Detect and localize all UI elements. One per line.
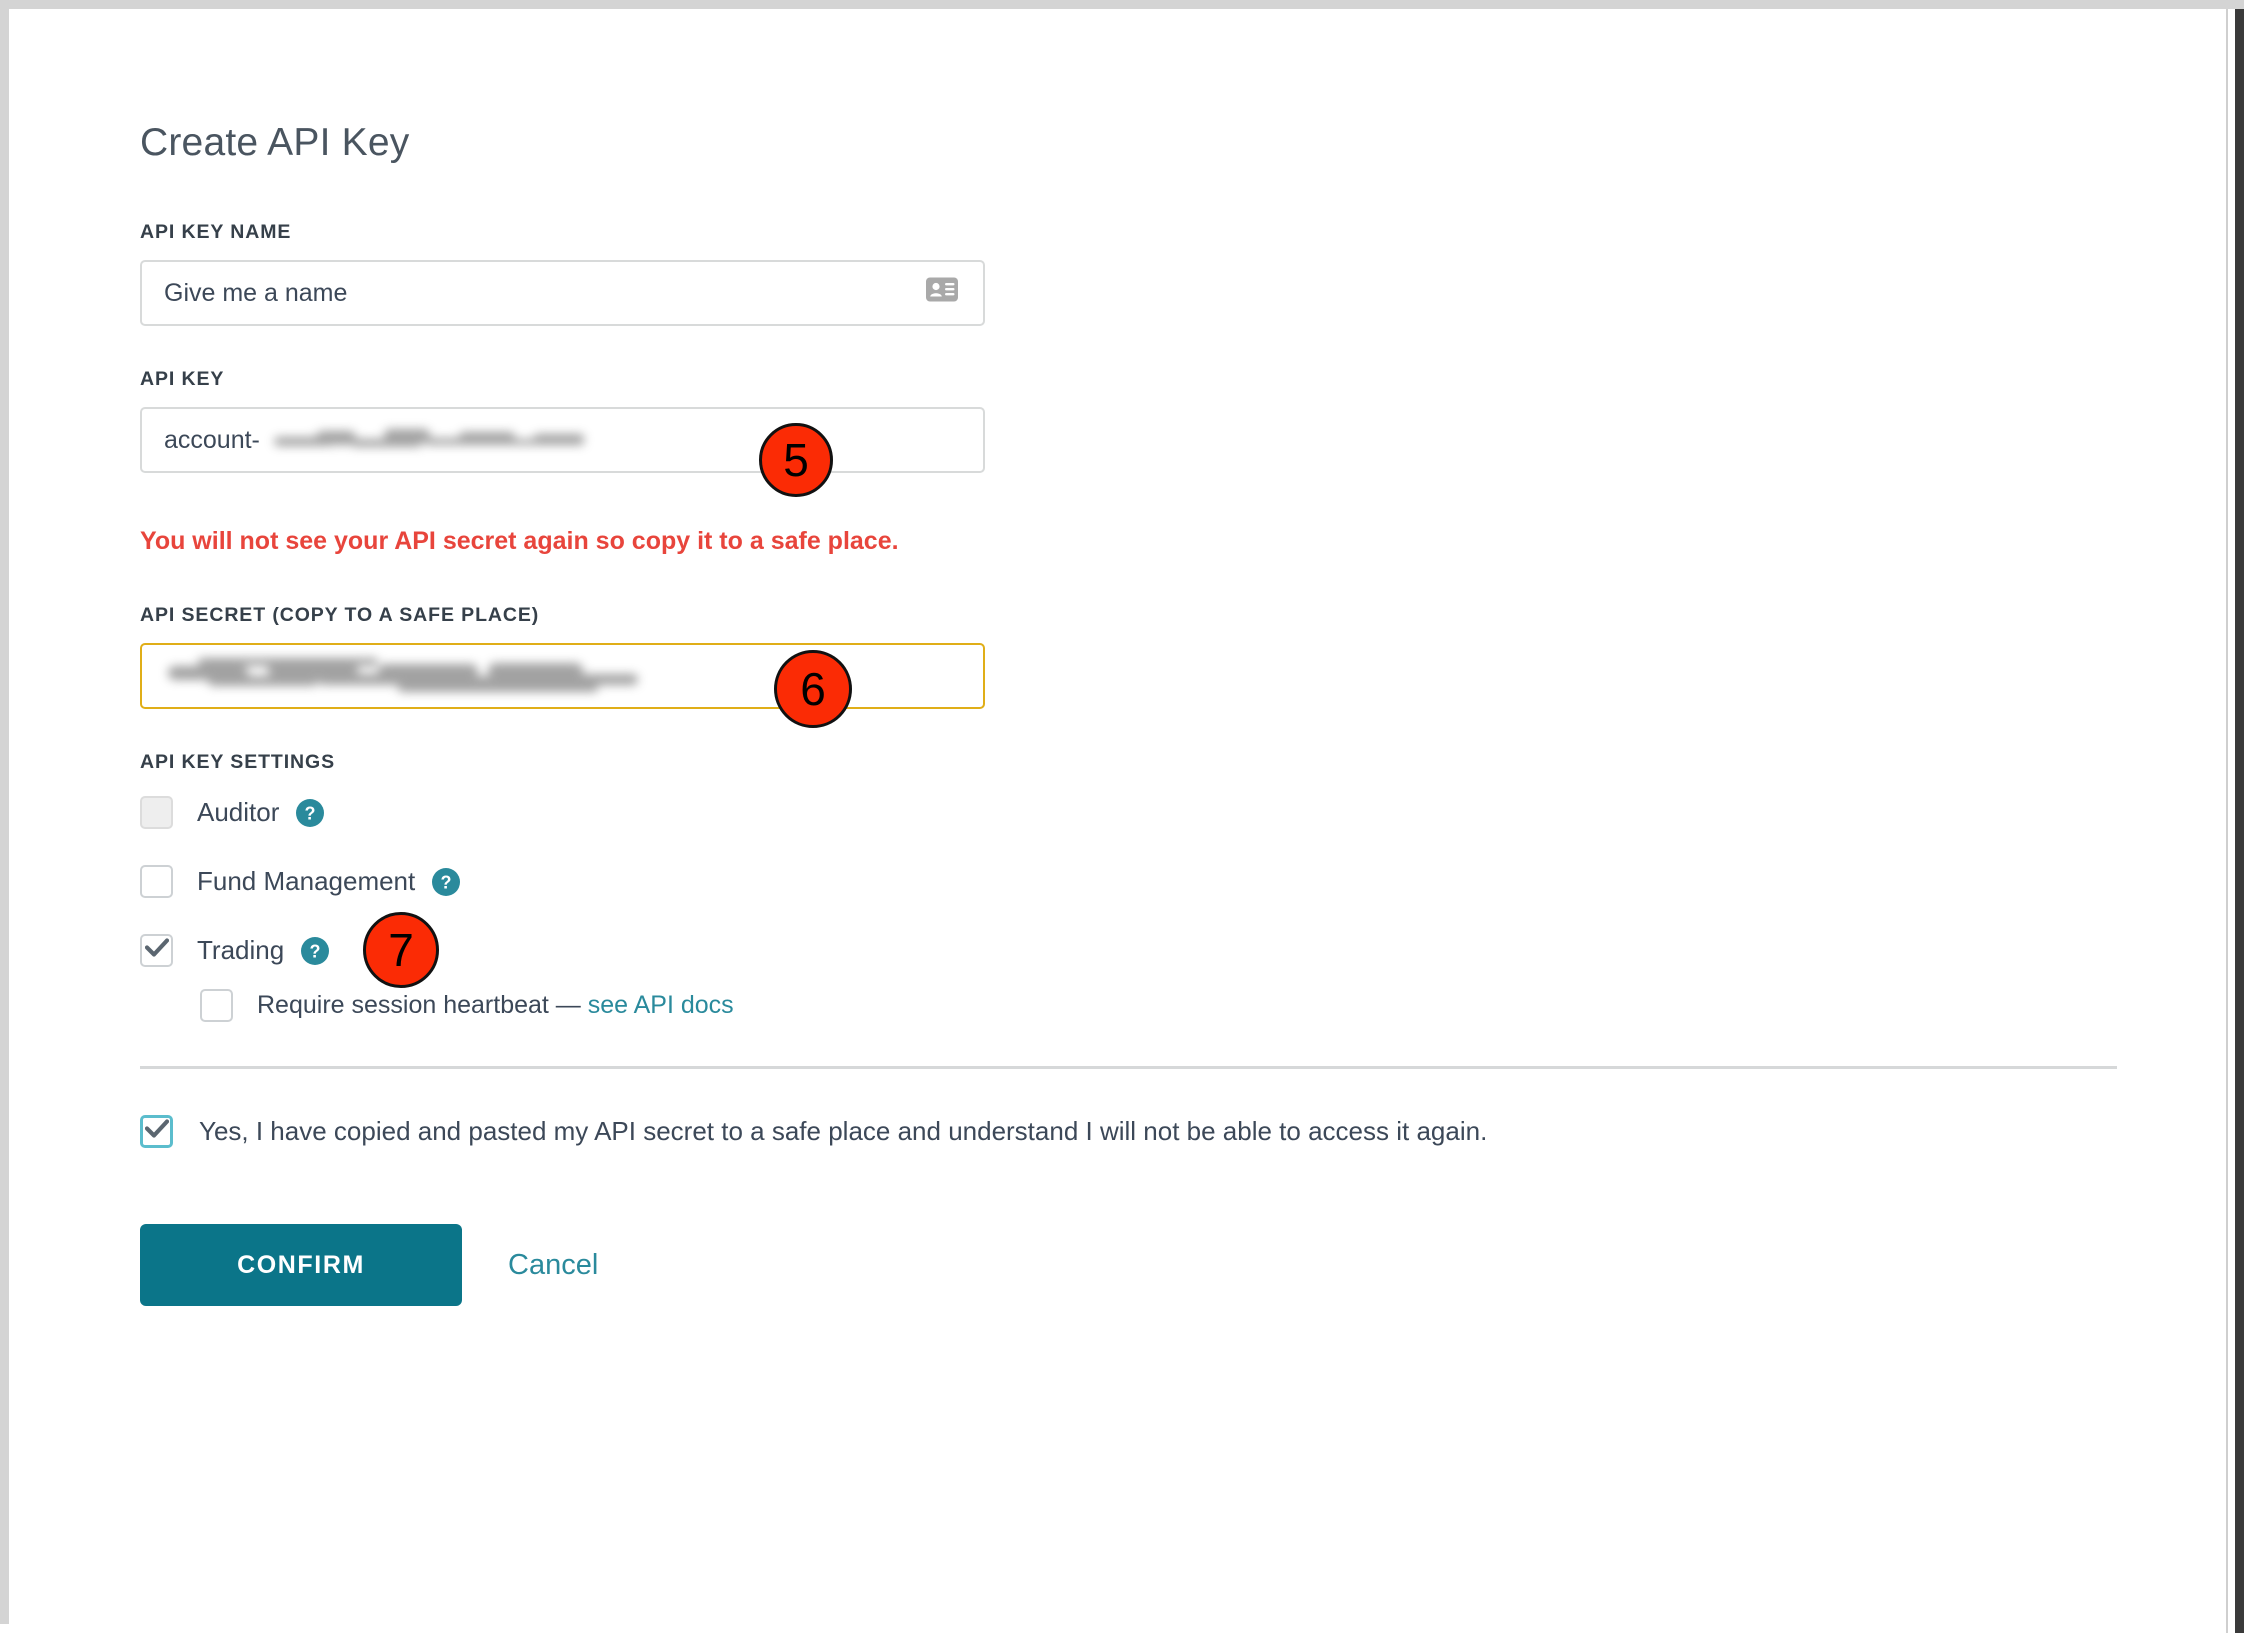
consent-check-tick bbox=[144, 1118, 169, 1143]
annotation-badge-6-label: 6 bbox=[800, 663, 826, 715]
api-secret-input[interactable] bbox=[140, 643, 985, 709]
session-heartbeat-label: Require session heartbeat — see API docs bbox=[257, 991, 734, 1020]
api-secret-redacted-value bbox=[168, 656, 638, 696]
confirm-button[interactable]: CONFIRM bbox=[140, 1224, 462, 1306]
svg-text:?: ? bbox=[305, 803, 316, 823]
create-api-key-form: Create API Key API KEY NAME Give me a na… bbox=[140, 121, 2130, 1306]
api-secret-warning: You will not see your API secret again s… bbox=[140, 527, 899, 555]
api-key-name-input[interactable]: Give me a name bbox=[140, 260, 985, 326]
consent-checkbox[interactable] bbox=[140, 1115, 173, 1148]
annotation-badge-6: 6 bbox=[774, 650, 852, 728]
right-edge-gap bbox=[2226, 9, 2235, 1633]
session-heartbeat-checkbox[interactable] bbox=[200, 989, 233, 1022]
setting-row-auditor[interactable]: Auditor ? bbox=[140, 796, 2130, 829]
api-key-name-field-block: API KEY NAME Give me a name bbox=[140, 221, 2130, 326]
fund-management-checkbox[interactable] bbox=[140, 865, 173, 898]
consent-label: Yes, I have copied and pasted my API sec… bbox=[199, 1116, 1488, 1146]
annotation-badge-5: 5 bbox=[759, 423, 833, 497]
auditor-checkbox[interactable] bbox=[140, 796, 173, 829]
api-key-field-block: API KEY account- 5 bbox=[140, 368, 2130, 497]
fund-management-help-icon[interactable]: ? bbox=[431, 867, 461, 897]
auditor-help-icon[interactable]: ? bbox=[295, 798, 325, 828]
auditor-label: Auditor bbox=[197, 797, 280, 827]
id-card-icon[interactable] bbox=[925, 277, 959, 310]
annotation-badge-5-label: 5 bbox=[783, 434, 809, 486]
right-edge-strip bbox=[2235, 9, 2244, 1633]
fund-management-label: Fund Management bbox=[197, 866, 416, 896]
api-key-redacted-value bbox=[264, 423, 594, 457]
trading-check-tick bbox=[144, 937, 169, 962]
trading-checkbox[interactable] bbox=[140, 934, 173, 967]
api-key-name-value: Give me a name bbox=[164, 278, 348, 307]
annotation-badge-7: 7 bbox=[363, 912, 439, 988]
form-actions: CONFIRM Cancel bbox=[140, 1224, 2130, 1306]
section-divider bbox=[140, 1066, 2117, 1069]
api-key-label: API KEY bbox=[140, 368, 225, 390]
trading-help-icon[interactable]: ? bbox=[300, 936, 330, 966]
session-heartbeat-text: Require session heartbeat — bbox=[257, 991, 588, 1019]
setting-row-trading[interactable]: Trading ? 7 bbox=[140, 912, 2130, 988]
svg-text:?: ? bbox=[310, 941, 321, 961]
api-secret-label: API SECRET (COPY TO A SAFE PLACE) bbox=[140, 604, 540, 626]
api-secret-field-block: API SECRET (COPY TO A SAFE PLACE) 6 bbox=[140, 604, 2130, 728]
page-frame: Create API Key API KEY NAME Give me a na… bbox=[0, 0, 2244, 1633]
consent-row[interactable]: Yes, I have copied and pasted my API sec… bbox=[140, 1115, 2130, 1148]
api-key-prefix: account- bbox=[164, 425, 260, 454]
setting-row-session-heartbeat[interactable]: Require session heartbeat — see API docs bbox=[200, 989, 2130, 1022]
api-key-name-label: API KEY NAME bbox=[140, 221, 292, 243]
svg-text:?: ? bbox=[441, 872, 452, 892]
page-title: Create API Key bbox=[140, 121, 410, 164]
trading-label: Trading bbox=[197, 935, 285, 965]
see-api-docs-link[interactable]: see API docs bbox=[588, 991, 734, 1019]
cancel-button[interactable]: Cancel bbox=[502, 1248, 604, 1283]
api-key-input[interactable]: account- bbox=[140, 407, 985, 473]
annotation-badge-7-label: 7 bbox=[388, 924, 414, 976]
api-key-settings-label: API KEY SETTINGS bbox=[140, 751, 335, 773]
setting-row-fund-management[interactable]: Fund Management ? bbox=[140, 865, 2130, 898]
